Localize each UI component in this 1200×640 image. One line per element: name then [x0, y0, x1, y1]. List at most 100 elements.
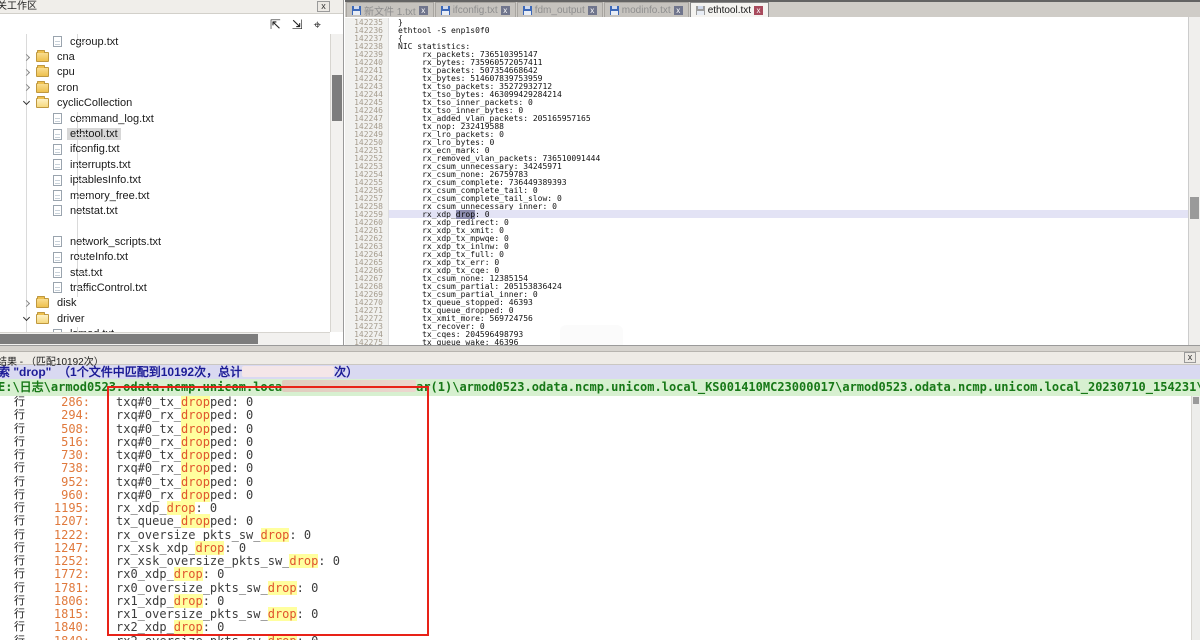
editor-line[interactable]: 142261 rx_xdp_tx_xmit: 0	[345, 226, 1188, 234]
search-result-row[interactable]: 行508:txq#0_tx_dropped: 0	[0, 423, 1190, 436]
editor-line[interactable]: 142243 tx_tso_packets: 35272932712	[345, 82, 1188, 90]
search-result-row[interactable]: 行516:rxq#0_rx_dropped: 0	[0, 436, 1190, 449]
search-result-row[interactable]: 行1247:rx_xsk_xdp_drop: 0	[0, 542, 1190, 555]
editor-line[interactable]: 142259 rx_xdp_drop: 0	[345, 210, 1188, 218]
editor-line[interactable]: 142270 tx_queue_stopped: 46393	[345, 298, 1188, 306]
editor-vscroll-thumb[interactable]	[1190, 197, 1199, 219]
editor-line[interactable]: 142274 tx_cqes: 204596498793	[345, 330, 1188, 338]
search-result-row[interactable]: 行952:txq#0_tx_dropped: 0	[0, 476, 1190, 489]
editor-line[interactable]: 142271 tx_queue_dropped: 0	[345, 306, 1188, 314]
tree-item-driver[interactable]: driver	[0, 311, 330, 326]
chevron-right-icon[interactable]	[23, 84, 30, 91]
tree-item-routeinfo-txt[interactable]: routeInfo.txt	[0, 249, 330, 264]
editor-line[interactable]: 142242 tx_bytes: 514607839753959	[345, 74, 1188, 82]
editor-line[interactable]: 142273 tx_recover: 0	[345, 322, 1188, 330]
tree-item-iptablesinfo-txt[interactable]: iptablesInfo.txt	[0, 173, 330, 188]
editor-line[interactable]: 142257 rx_csum_complete_tail_slow: 0	[345, 194, 1188, 202]
editor-line[interactable]: 142263 rx_xdp_tx_inlnw: 0	[345, 242, 1188, 250]
search-result-row[interactable]: 行1840:rx2_xdp_drop: 0	[0, 621, 1190, 634]
tab--1-txt[interactable]: 新文件 1.txtx	[346, 2, 434, 17]
search-result-row[interactable]: 行1195:rx_xdp_drop: 0	[0, 502, 1190, 515]
tab-close-icon[interactable]: x	[419, 6, 428, 15]
search-result-row[interactable]: 行738:rxq#0_rx_dropped: 0	[0, 462, 1190, 475]
tree-item-cna[interactable]: cna	[0, 49, 330, 64]
results-close-icon[interactable]: x	[1184, 352, 1196, 363]
tree-item-network-scripts-txt[interactable]: network_scripts.txt	[0, 234, 330, 249]
search-result-row[interactable]: 行294:rxq#0_rx_dropped: 0	[0, 409, 1190, 422]
editor-line[interactable]: 142237{	[345, 34, 1188, 42]
editor-line[interactable]: 142251 rx_ecn_mark: 0	[345, 146, 1188, 154]
editor-line[interactable]: 142255 rx_csum_complete: 736449389393	[345, 178, 1188, 186]
tab-fdm-output[interactable]: fdm_outputx	[517, 2, 603, 17]
workspace-close-icon[interactable]: x	[317, 1, 330, 12]
editor-line[interactable]: 142260 rx_xdp_redirect: 0	[345, 218, 1188, 226]
search-result-row[interactable]: 行730:txq#0_tx_dropped: 0	[0, 449, 1190, 462]
editor-line[interactable]: 142253 rx_csum_unnecessary: 34245971	[345, 162, 1188, 170]
editor-vertical-scrollbar[interactable]	[1188, 17, 1200, 345]
search-result-row[interactable]: 行960:rxq#0_rx_dropped: 0	[0, 489, 1190, 502]
search-result-row[interactable]: 行1815:rx1_oversize_pkts_sw_drop: 0	[0, 608, 1190, 621]
tree-vscroll-thumb[interactable]	[332, 75, 342, 121]
chevron-right-icon[interactable]	[23, 69, 30, 76]
editor-line[interactable]: 142249 rx_lro_packets: 0	[345, 130, 1188, 138]
tree-item-memory-free-txt[interactable]: memory_free.txt	[0, 188, 330, 203]
search-result-row[interactable]: 行1849:rx2_oversize_pkts_sw_drop: 0	[0, 635, 1190, 640]
editor-line[interactable]: 142264 rx_xdp_tx_full: 0	[345, 250, 1188, 258]
editor[interactable]: 142235}142236ethtool -S enp1s0f0142237{1…	[345, 17, 1188, 345]
editor-line[interactable]: 142268 tx_csum_partial: 205153836424	[345, 282, 1188, 290]
tab-ethtool-txt[interactable]: ethtool.txtx	[690, 2, 769, 17]
tree-item-command-log-txt[interactable]: command_log.txt	[0, 111, 330, 126]
tree-item-netstat-txt[interactable]: netstat.txt	[0, 203, 330, 218]
editor-line[interactable]: 142256 rx_csum_complete_tail: 0	[345, 186, 1188, 194]
editor-line[interactable]: 142258 rx_csum_unnecessary_inner: 0	[345, 202, 1188, 210]
chevron-down-icon[interactable]	[23, 314, 30, 321]
editor-line[interactable]: 142254 rx_csum_none: 26759783	[345, 170, 1188, 178]
tab-close-icon[interactable]: x	[674, 6, 683, 15]
tree-vertical-scrollbar[interactable]	[330, 34, 343, 332]
locate-file-icon[interactable]: ⌖	[314, 18, 321, 31]
search-result-row[interactable]: 行1222:rx_oversize_pkts_sw_drop: 0	[0, 529, 1190, 542]
tree-item-ethtool-txt[interactable]: ethtool.txt	[0, 126, 330, 141]
editor-line[interactable]: 142238NIC statistics:	[345, 42, 1188, 50]
editor-line[interactable]: 142236ethtool -S enp1s0f0	[345, 26, 1188, 34]
search-result-row[interactable]: 行1806:rx1_xdp_drop: 0	[0, 595, 1190, 608]
editor-line[interactable]: 142262 rx_xdp_tx_mpwqe: 0	[345, 234, 1188, 242]
editor-line[interactable]: 142252 rx_removed_vlan_packets: 73651009…	[345, 154, 1188, 162]
chevron-right-icon[interactable]	[23, 54, 30, 61]
expand-all-icon[interactable]: ⇱	[270, 18, 281, 31]
editor-line[interactable]: 142241 tx_packets: 507354668642	[345, 66, 1188, 74]
tab-ifconfig-txt[interactable]: ifconfig.txtx	[435, 2, 516, 17]
chevron-right-icon[interactable]	[23, 300, 30, 307]
search-result-row[interactable]: 行1772:rx0_xdp_drop: 0	[0, 568, 1190, 581]
editor-line[interactable]: 142265 rx_xdp_tx_err: 0	[345, 258, 1188, 266]
tree-item-trafficcontrol-txt[interactable]: trafficControl.txt	[0, 280, 330, 295]
editor-line[interactable]: 142245 tx_tso_inner_packets: 0	[345, 98, 1188, 106]
editor-line[interactable]: 142267 tx_csum_none: 12385154	[345, 274, 1188, 282]
editor-line[interactable]: 142246 tx_tso_inner_bytes: 0	[345, 106, 1188, 114]
results-vscroll-thumb[interactable]	[1193, 397, 1199, 404]
editor-line[interactable]: 142240 rx_bytes: 735960572057411	[345, 58, 1188, 66]
tab-close-icon[interactable]: x	[501, 6, 510, 15]
tree-hscroll-thumb[interactable]	[0, 334, 258, 344]
editor-line[interactable]: 142248 tx_nop: 232419588	[345, 122, 1188, 130]
editor-line[interactable]: 142250 rx_lro_bytes: 0	[345, 138, 1188, 146]
editor-line[interactable]: 142247 tx_added_vlan_packets: 2051659571…	[345, 114, 1188, 122]
chevron-down-icon[interactable]	[23, 98, 30, 105]
tab-close-icon[interactable]: x	[588, 6, 597, 15]
tree-item-cpu[interactable]: cpu	[0, 65, 330, 80]
tree-item-disk[interactable]: disk	[0, 296, 330, 311]
editor-line[interactable]: 142272 tx_xmit_more: 569724756	[345, 314, 1188, 322]
tree-item-ifconfig-txt[interactable]: ifconfig.txt	[0, 142, 330, 157]
editor-line[interactable]: 142266 rx_xdp_tx_cqe: 0	[345, 266, 1188, 274]
tab-close-icon[interactable]: x	[754, 6, 763, 15]
panel-splitter[interactable]	[0, 345, 1200, 352]
tree-item-cron[interactable]: cron	[0, 80, 330, 95]
editor-line[interactable]: 142269 tx_csum_partial_inner: 0	[345, 290, 1188, 298]
tree-item-interrupts-txt[interactable]: interrupts.txt	[0, 157, 330, 172]
collapse-all-icon[interactable]: ⇲	[292, 18, 303, 31]
editor-line[interactable]: 142275 tx_queue_wake: 46396	[345, 338, 1188, 345]
search-result-row[interactable]: 行1252:rx_xsk_oversize_pkts_sw_drop: 0	[0, 555, 1190, 568]
tab-modinfo-txt[interactable]: modinfo.txtx	[604, 2, 689, 17]
tree-item-cgroup-txt[interactable]: cgroup.txt	[0, 34, 330, 49]
search-result-row[interactable]: 行286:txq#0_tx_dropped: 0	[0, 396, 1190, 409]
